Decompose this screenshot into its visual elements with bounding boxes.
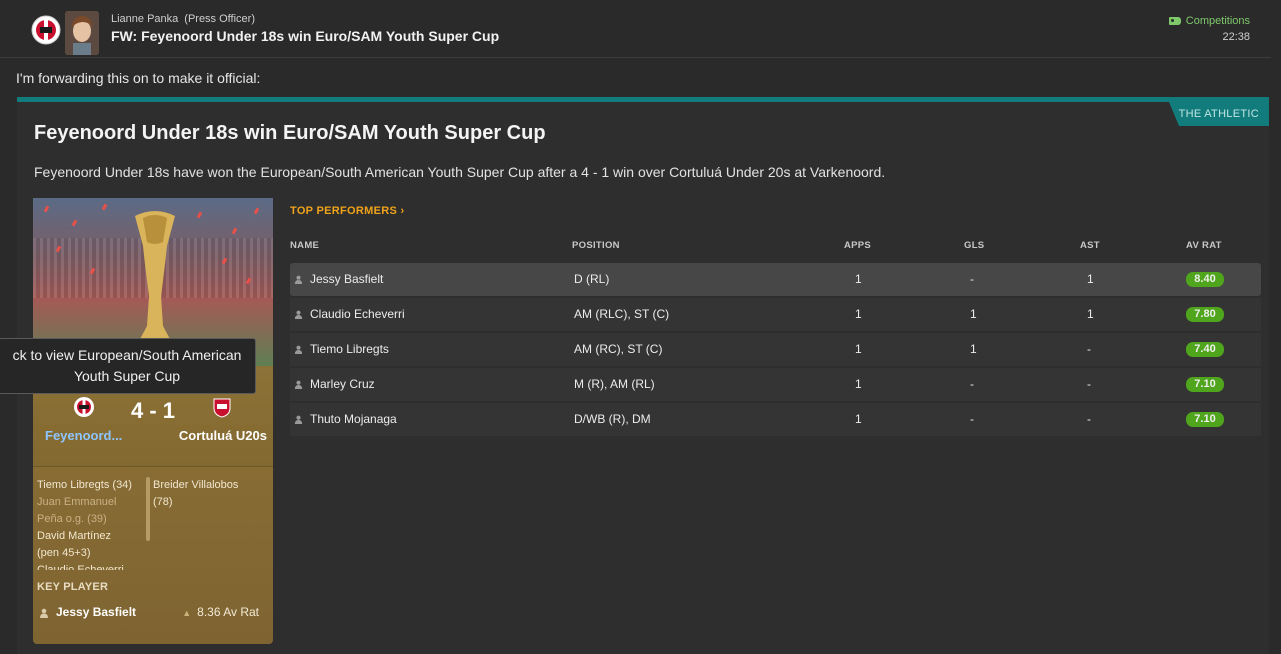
player-name[interactable]: Tiemo Libregts bbox=[310, 342, 389, 356]
performer-row[interactable]: Jessy Basfielt D (RL) 1 - 1 8.40 bbox=[290, 263, 1261, 296]
key-player-label: KEY PLAYER bbox=[37, 581, 109, 593]
player-goals: - bbox=[970, 412, 974, 426]
tag-label: Competitions bbox=[1185, 15, 1250, 27]
scorer-line: Claudio Echeverri bbox=[37, 564, 124, 570]
col-apps[interactable]: APPS bbox=[844, 240, 871, 251]
performer-row[interactable]: Claudio Echeverri AM (RLC), ST (C) 1 1 1 7.80 bbox=[290, 298, 1261, 331]
home-team-badge-icon bbox=[74, 397, 94, 417]
message-header: Lianne Panka (Press Officer) FW: Feyenoor… bbox=[0, 0, 1271, 58]
player-name[interactable]: Jessy Basfielt bbox=[310, 272, 383, 286]
player-position: AM (RLC), ST (C) bbox=[574, 307, 670, 321]
match-score: 4 - 1 bbox=[130, 398, 176, 423]
player-rating-badge: 7.10 bbox=[1186, 412, 1224, 427]
scorer-line: Juan Emmanuel bbox=[37, 496, 117, 508]
intro-text: I'm forwarding this on to make it offici… bbox=[16, 70, 261, 86]
sender-role: (Press Officer) bbox=[184, 13, 255, 25]
scorer-line: Peña o.g. (39) bbox=[37, 513, 107, 525]
player-goals: 1 bbox=[970, 307, 977, 321]
scorer-line: (pen 45+3) bbox=[37, 547, 91, 559]
source-badge: THE ATHLETIC bbox=[1169, 102, 1269, 126]
scorer-line: Breider Villalobos bbox=[153, 479, 239, 491]
key-player-rating-value: 8.36 Av Rat bbox=[197, 605, 259, 619]
top-performers-link[interactable]: TOP PERFORMERS › bbox=[290, 205, 404, 217]
home-team-name[interactable]: Feyenoord... bbox=[45, 428, 122, 443]
player-apps: 1 bbox=[855, 377, 862, 391]
player-assists: - bbox=[1087, 412, 1091, 426]
player-goals: - bbox=[970, 377, 974, 391]
chevron-right-icon: › bbox=[400, 205, 405, 217]
player-rating-badge: 7.80 bbox=[1186, 307, 1224, 322]
player-rating-badge: 8.40 bbox=[1186, 272, 1224, 287]
player-assists: 1 bbox=[1087, 272, 1094, 286]
scorers-scrollbar[interactable] bbox=[146, 477, 150, 541]
person-icon bbox=[294, 415, 303, 424]
performer-row[interactable]: Thuto Mojanaga D/WB (R), DM 1 - - 7.10 bbox=[290, 403, 1261, 436]
player-position: M (R), AM (RL) bbox=[574, 377, 655, 391]
col-position[interactable]: POSITION bbox=[572, 240, 620, 251]
tooltip-line-2: Youth Super Cup bbox=[73, 368, 181, 384]
trend-icon: ▲ bbox=[182, 608, 192, 618]
col-ast[interactable]: AST bbox=[1080, 240, 1100, 251]
player-position: AM (RC), ST (C) bbox=[574, 342, 663, 356]
scorer-line: David Martínez bbox=[37, 530, 111, 542]
tooltip-line-1: ck to view European/South American bbox=[12, 347, 242, 363]
col-gls[interactable]: GLS bbox=[964, 240, 984, 251]
feyenoord-badge-icon[interactable] bbox=[31, 15, 61, 45]
competitions-tag[interactable]: Competitions bbox=[1168, 15, 1250, 27]
home-scorers: Tiemo Libregts (34) Juan Emmanuel Peña o… bbox=[37, 477, 143, 570]
player-apps: 1 bbox=[855, 307, 862, 321]
key-player-rating: ▲ 8.36 Av Rat bbox=[182, 605, 259, 619]
goal-scorers: Tiemo Libregts (34) Juan Emmanuel Peña o… bbox=[33, 466, 273, 570]
col-name[interactable]: NAME bbox=[290, 240, 319, 251]
player-goals: - bbox=[970, 272, 974, 286]
trophy-icon bbox=[135, 211, 175, 353]
competition-tooltip: ck to view European/South American Youth… bbox=[0, 338, 256, 394]
match-card[interactable]: 4 - 1 Feyenoord... Cortuluá U20s Tiemo L… bbox=[33, 198, 273, 644]
person-icon bbox=[40, 608, 48, 618]
player-name[interactable]: Thuto Mojanaga bbox=[310, 412, 397, 426]
key-player-name[interactable]: Jessy Basfielt bbox=[56, 605, 136, 619]
sender[interactable]: Lianne Panka (Press Officer) bbox=[111, 13, 255, 25]
player-apps: 1 bbox=[855, 342, 862, 356]
scorer-line: (78) bbox=[153, 496, 173, 508]
away-scorers: Breider Villalobos (78) bbox=[153, 477, 268, 511]
performer-row[interactable]: Marley Cruz M (R), AM (RL) 1 - - 7.10 bbox=[290, 368, 1261, 401]
player-apps: 1 bbox=[855, 412, 862, 426]
player-rating-badge: 7.40 bbox=[1186, 342, 1224, 357]
player-position: D/WB (R), DM bbox=[574, 412, 651, 426]
player-name[interactable]: Claudio Echeverri bbox=[310, 307, 405, 321]
col-av-rat[interactable]: AV RAT bbox=[1186, 240, 1222, 251]
message-subject: FW: Feyenoord Under 18s win Euro/SAM You… bbox=[111, 28, 500, 44]
article-body: Feyenoord Under 18s have won the Europea… bbox=[34, 164, 886, 180]
scorer-line: Tiemo Libregts (34) bbox=[37, 479, 132, 491]
player-assists: - bbox=[1087, 342, 1091, 356]
player-name[interactable]: Marley Cruz bbox=[310, 377, 375, 391]
sender-name[interactable]: Lianne Panka bbox=[111, 13, 178, 25]
performer-row[interactable]: Tiemo Libregts AM (RC), ST (C) 1 1 - 7.40 bbox=[290, 333, 1261, 366]
article-title: Feyenoord Under 18s win Euro/SAM Youth S… bbox=[34, 122, 546, 144]
player-goals: 1 bbox=[970, 342, 977, 356]
top-performers-title: TOP PERFORMERS bbox=[290, 205, 398, 217]
player-rating-badge: 7.10 bbox=[1186, 377, 1224, 392]
sender-avatar[interactable] bbox=[65, 11, 99, 55]
cortulua-badge-icon bbox=[213, 398, 231, 418]
player-assists: - bbox=[1087, 377, 1091, 391]
player-apps: 1 bbox=[855, 272, 862, 286]
away-team-name[interactable]: Cortuluá U20s bbox=[179, 428, 267, 443]
person-icon bbox=[294, 380, 303, 389]
person-icon bbox=[294, 310, 303, 319]
player-assists: 1 bbox=[1087, 307, 1094, 321]
player-position: D (RL) bbox=[574, 272, 610, 286]
message-time: 22:38 bbox=[1222, 31, 1250, 43]
person-icon bbox=[294, 275, 303, 284]
tag-icon bbox=[1168, 17, 1181, 25]
person-icon bbox=[294, 345, 303, 354]
